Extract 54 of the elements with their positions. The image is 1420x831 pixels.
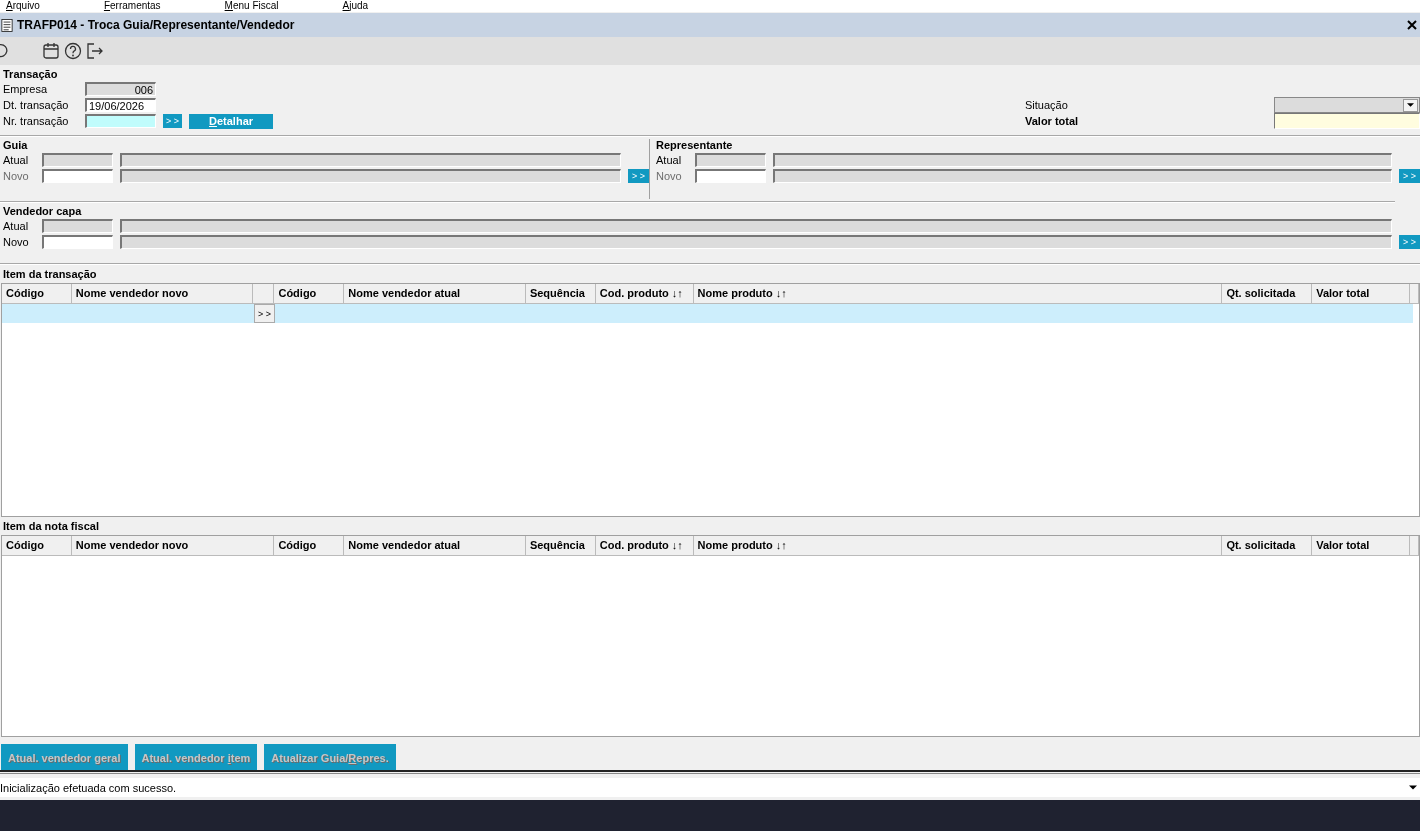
table-row[interactable]: > > (2, 304, 1413, 323)
status-message: Inicialização efetuada com sucesso. (0, 781, 177, 794)
text-field[interactable]: 19/06/2026 (85, 98, 156, 112)
column-header[interactable]: Código (274, 284, 345, 304)
section-title: Transação (3, 67, 59, 81)
column-header[interactable]: Nome vendedor novo (71, 284, 254, 304)
field-label: Atual (3, 220, 30, 232)
close-icon[interactable] (1406, 19, 1418, 31)
section-title: Item da nota fiscal (2, 519, 100, 533)
field-label: Situação (1025, 99, 1069, 111)
column-header (253, 284, 275, 304)
column-header[interactable]: Cod. produto ↓↑ (595, 284, 694, 304)
dropdown-arrow-icon[interactable] (1409, 785, 1417, 790)
column-header[interactable]: Valor total (1312, 284, 1410, 304)
help-icon[interactable] (64, 42, 82, 60)
field-label: Novo (656, 170, 683, 182)
dropdown-arrow-icon[interactable] (1407, 103, 1414, 107)
column-header[interactable]: Sequência (525, 284, 596, 304)
menu-item[interactable]: Ferramentas (103, 0, 161, 12)
menu-item[interactable]: Menu Fiscal (224, 0, 279, 12)
menu-item[interactable]: Arquivo (6, 0, 40, 12)
column-header[interactable]: Cod. produto ↓↑ (595, 536, 694, 556)
section-title: Item da transação (2, 267, 98, 281)
exit-icon[interactable] (86, 42, 104, 60)
window-title: TRAFP014 - Troca Guia/Representante/Vendedor (17, 18, 296, 32)
document-icon (1, 17, 13, 33)
column-header[interactable]: Qt. solicitada (1222, 284, 1313, 304)
column-header[interactable]: Nome vendedor atual (344, 536, 526, 556)
column-header[interactable]: Qt. solicitada (1222, 536, 1313, 556)
column-header[interactable]: Código (274, 536, 345, 556)
lookup-button[interactable]: > > (254, 304, 275, 323)
column-header[interactable]: Nome produto ↓↑ (693, 284, 1223, 304)
column-header[interactable]: Nome produto ↓↑ (693, 536, 1223, 556)
code-field[interactable] (42, 235, 113, 249)
section-title: Vendedor capa (3, 204, 83, 218)
field-label: Empresa (3, 83, 49, 95)
section-title: Guia (3, 138, 29, 152)
field-label: Novo (3, 236, 30, 248)
column-header[interactable]: Código (2, 536, 72, 556)
column-header[interactable]: Nome vendedor novo (71, 536, 275, 556)
section-title: Representante (656, 138, 734, 152)
field-label: Atual (656, 154, 683, 166)
field-label: Atual (3, 154, 30, 166)
calendar-icon[interactable] (42, 42, 60, 60)
menu-item[interactable]: Ajuda (342, 0, 369, 12)
column-header[interactable]: Nome vendedor atual (344, 284, 526, 304)
field-label: Dt. transação (3, 99, 70, 111)
field-label: Novo (3, 170, 30, 182)
column-header[interactable]: Código (2, 284, 72, 304)
field-label: Valor total (1025, 115, 1080, 127)
field-label: Nr. transação (3, 115, 70, 127)
text-field[interactable] (85, 114, 156, 128)
column-header[interactable]: Sequência (525, 536, 596, 556)
column-header[interactable]: Valor total (1312, 536, 1410, 556)
